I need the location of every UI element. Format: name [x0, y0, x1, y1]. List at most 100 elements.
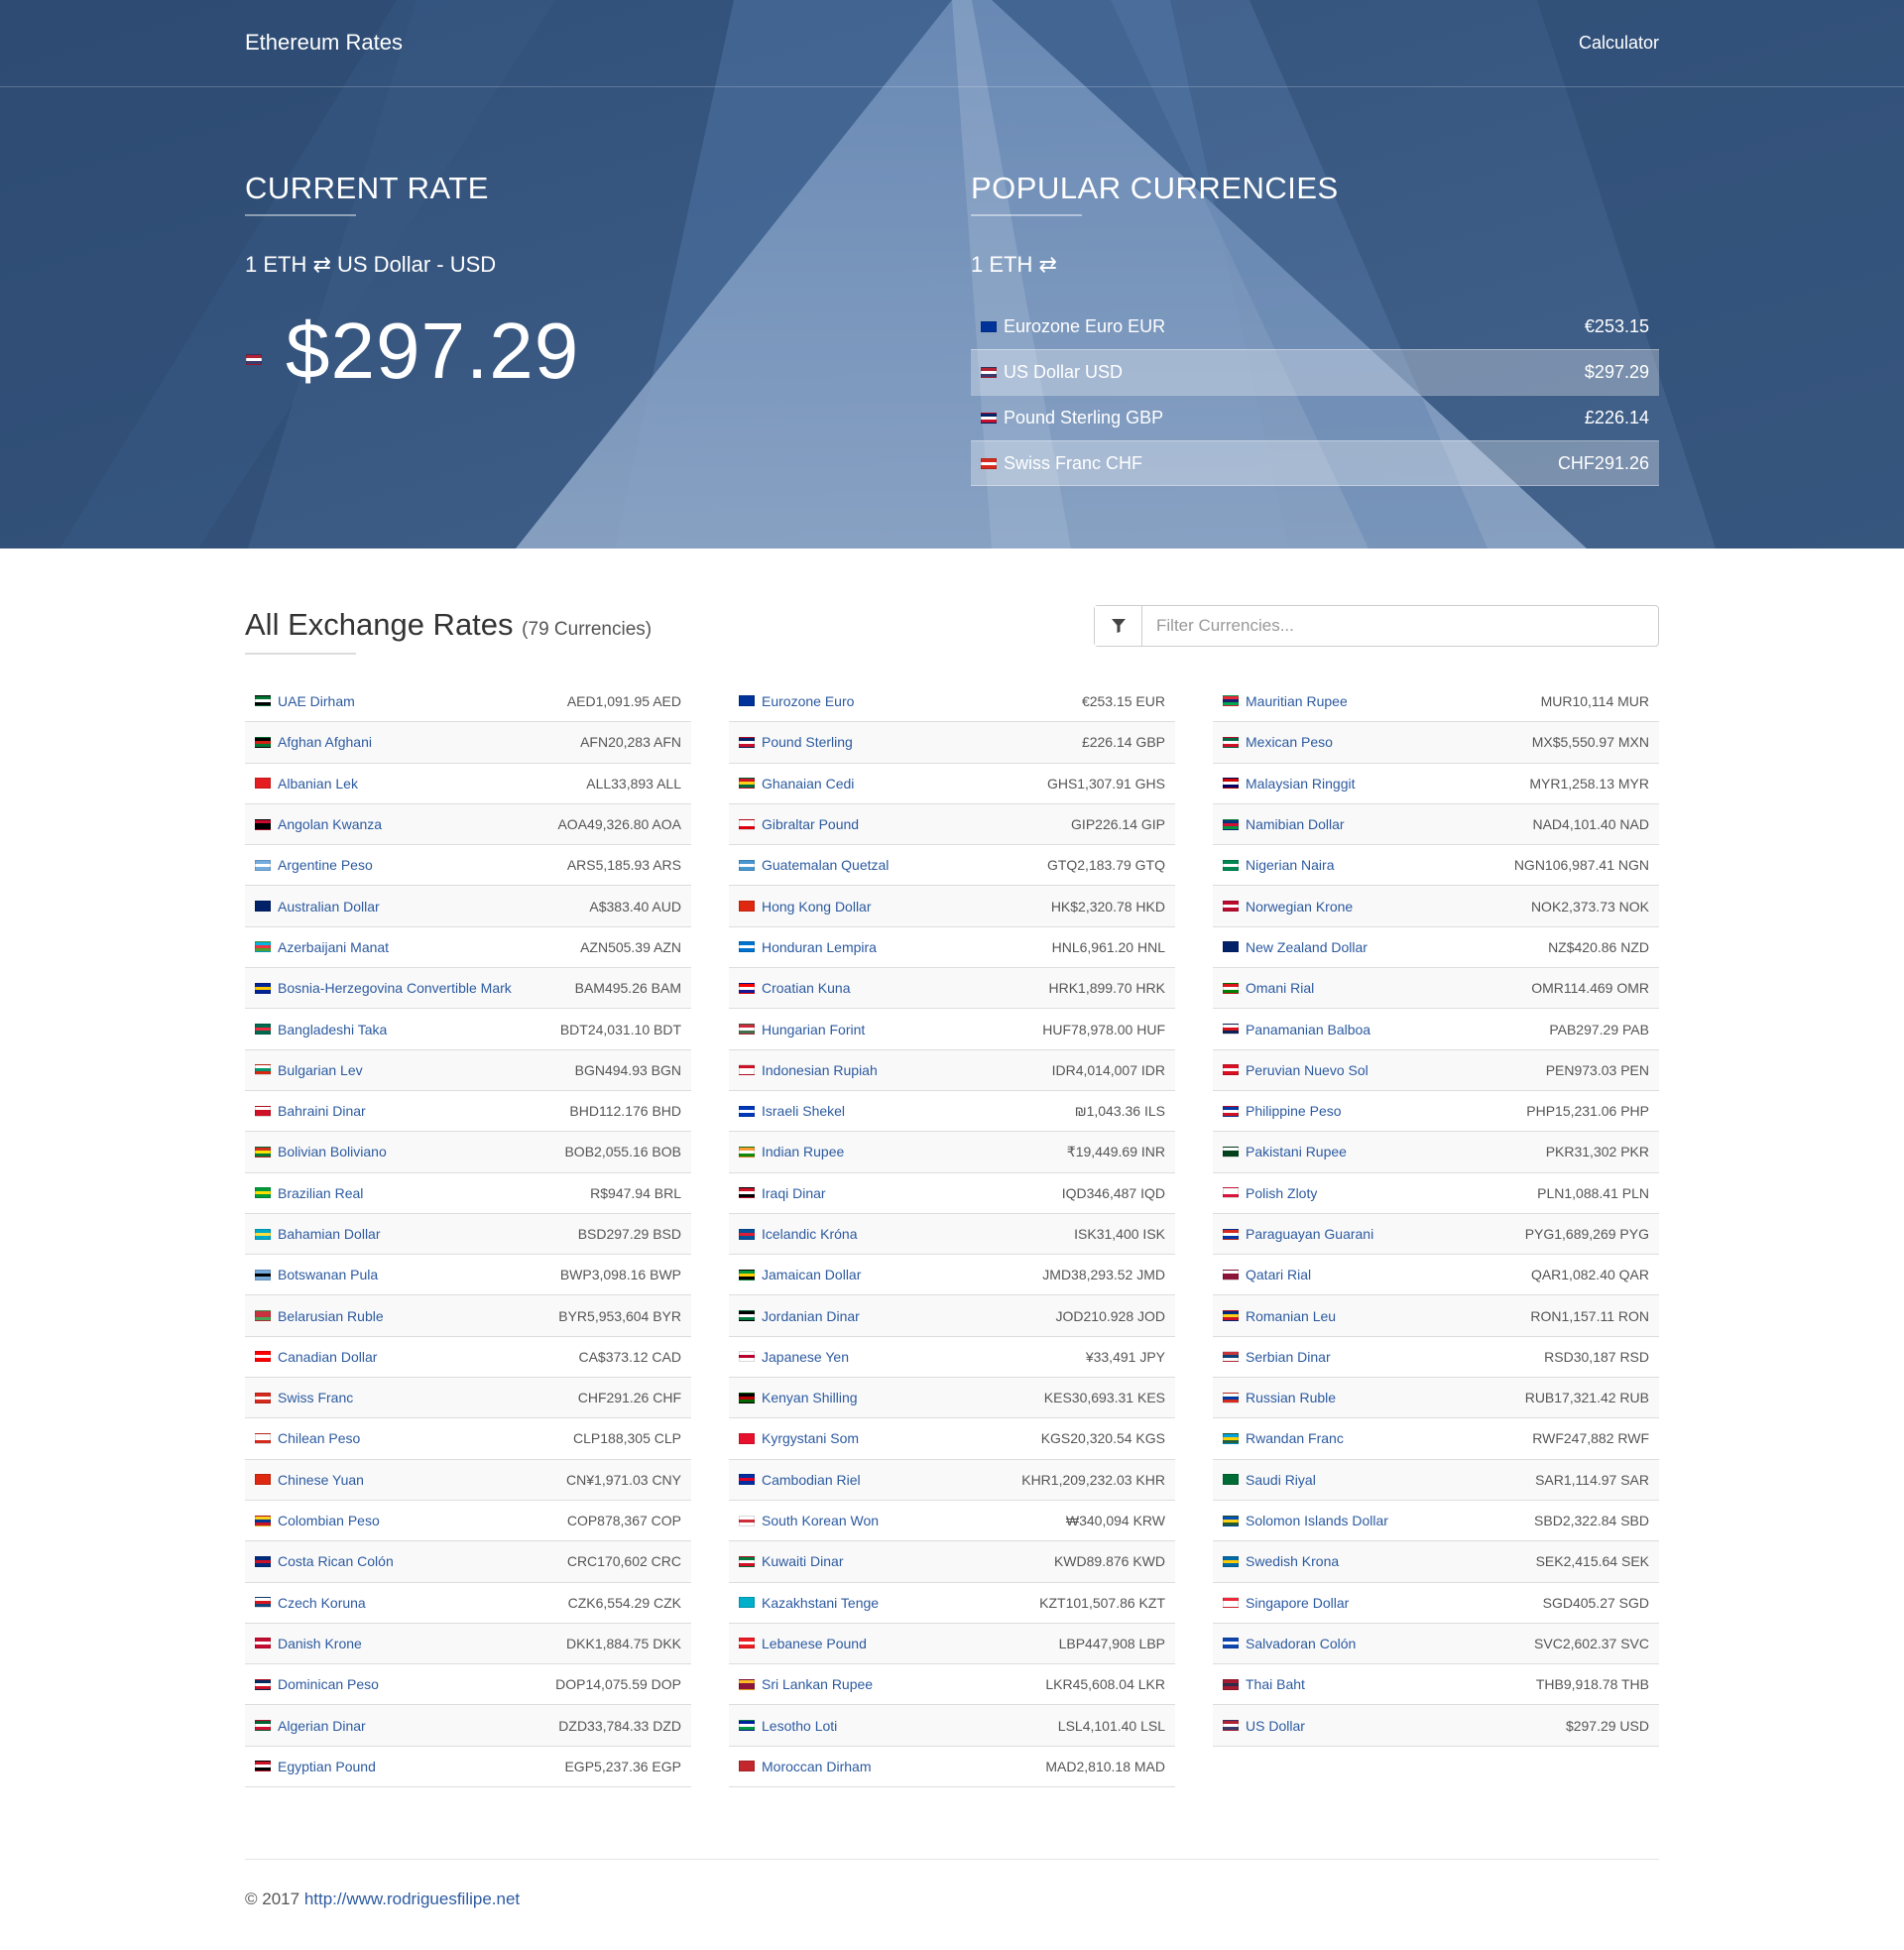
current-rate-title: CURRENT RATE	[245, 171, 489, 205]
currency-link[interactable]: Russian Ruble	[1223, 1390, 1525, 1405]
currency-link[interactable]: Paraguayan Guarani	[1223, 1226, 1525, 1242]
currency-link[interactable]: Kenyan Shilling	[739, 1390, 1044, 1405]
currency-link[interactable]: Chinese Yuan	[255, 1472, 566, 1488]
currency-link[interactable]: Iraqi Dinar	[739, 1185, 1062, 1201]
currency-link[interactable]: Jamaican Dollar	[739, 1267, 1042, 1282]
currency-link[interactable]: Algerian Dinar	[255, 1718, 558, 1734]
currency-link[interactable]: Philippine Peso	[1223, 1103, 1526, 1119]
currency-link[interactable]: Danish Krone	[255, 1636, 566, 1651]
currency-link[interactable]: Costa Rican Colón	[255, 1553, 567, 1569]
currency-link[interactable]: Honduran Lempira	[739, 939, 1052, 955]
currency-link[interactable]: Lesotho Loti	[739, 1718, 1058, 1734]
footer-link[interactable]: http://www.rodriguesfilipe.net	[304, 1889, 520, 1908]
currency-link[interactable]: South Korean Won	[739, 1513, 1066, 1528]
currency-link[interactable]: Indonesian Rupiah	[739, 1062, 1052, 1078]
hero-section: Ethereum Rates Calculator CURRENT RATE 1…	[0, 0, 1904, 548]
popular-currencies-rule	[971, 214, 1082, 216]
currency-link[interactable]: Bangladeshi Taka	[255, 1022, 560, 1037]
currency-link[interactable]: Cambodian Riel	[739, 1472, 1021, 1488]
rate-row: Indonesian Rupiah IDR4,014,007 IDR	[729, 1048, 1175, 1090]
filter-currencies-input[interactable]	[1142, 606, 1658, 646]
currency-link[interactable]: Hong Kong Dollar	[739, 899, 1051, 914]
currency-link[interactable]: Rwandan Franc	[1223, 1430, 1532, 1446]
br-flag-icon	[255, 1187, 271, 1199]
currency-rate-value: BWP3,098.16 BWP	[559, 1267, 681, 1283]
currency-link[interactable]: Omani Rial	[1223, 980, 1531, 996]
currency-link[interactable]: Sri Lankan Rupee	[739, 1676, 1045, 1692]
currency-rate-value: SBD2,322.84 SBD	[1534, 1513, 1649, 1529]
currency-link[interactable]: Croatian Kuna	[739, 980, 1048, 996]
currency-link[interactable]: Romanian Leu	[1223, 1308, 1530, 1324]
currency-link[interactable]: Namibian Dollar	[1223, 816, 1532, 832]
currency-link[interactable]: Polish Zloty	[1223, 1185, 1537, 1201]
currency-link[interactable]: Indian Rupee	[739, 1144, 1067, 1159]
currency-link[interactable]: Czech Koruna	[255, 1595, 568, 1611]
currency-link[interactable]: Gibraltar Pound	[739, 816, 1071, 832]
currency-link[interactable]: Angolan Kwanza	[255, 816, 557, 832]
currency-link[interactable]: Lebanese Pound	[739, 1636, 1059, 1651]
currency-link[interactable]: Qatari Rial	[1223, 1267, 1531, 1282]
currency-link[interactable]: Bahraini Dinar	[255, 1103, 569, 1119]
currency-link[interactable]: Kazakhstani Tenge	[739, 1595, 1039, 1611]
currency-link[interactable]: Australian Dollar	[255, 899, 589, 914]
currency-link[interactable]: Colombian Peso	[255, 1513, 567, 1528]
currency-link[interactable]: Botswanan Pula	[255, 1267, 560, 1282]
rate-row: Kuwaiti Dinar KWD89.876 KWD	[729, 1540, 1175, 1582]
currency-link[interactable]: Canadian Dollar	[255, 1349, 578, 1365]
currency-link[interactable]: Swiss Franc	[255, 1390, 578, 1405]
currency-link[interactable]: Azerbaijani Manat	[255, 939, 580, 955]
currency-link[interactable]: Hungarian Forint	[739, 1022, 1042, 1037]
currency-rate-value: KZT101,507.86 KZT	[1039, 1594, 1165, 1611]
currency-link[interactable]: Jordanian Dinar	[739, 1308, 1056, 1324]
currency-link[interactable]: Israeli Shekel	[739, 1103, 1075, 1119]
currency-link[interactable]: UAE Dirham	[255, 693, 567, 709]
currency-link[interactable]: Singapore Dollar	[1223, 1595, 1543, 1611]
currency-name: Icelandic Króna	[762, 1226, 858, 1242]
currency-link[interactable]: Pound Sterling	[739, 734, 1082, 750]
currency-link[interactable]: Norwegian Krone	[1223, 899, 1531, 914]
currency-link[interactable]: Bahamian Dollar	[255, 1226, 578, 1242]
currency-link[interactable]: Eurozone Euro	[739, 693, 1082, 709]
currency-link[interactable]: Brazilian Real	[255, 1185, 590, 1201]
currency-name: Mexican Peso	[1246, 734, 1333, 751]
filter-icon[interactable]	[1095, 606, 1142, 646]
rate-row: Gibraltar Pound GIP226.14 GIP	[729, 802, 1175, 845]
currency-link[interactable]: Egyptian Pound	[255, 1759, 564, 1774]
currency-link[interactable]: Serbian Dinar	[1223, 1349, 1544, 1365]
currency-link[interactable]: Mauritian Rupee	[1223, 693, 1541, 709]
currency-link[interactable]: Malaysian Ringgit	[1223, 776, 1529, 792]
currency-link[interactable]: Bosnia-Herzegovina Convertible Mark	[255, 980, 575, 996]
currency-link[interactable]: Albanian Lek	[255, 776, 586, 792]
currency-link[interactable]: New Zealand Dollar	[1223, 939, 1548, 955]
currency-link[interactable]: Afghan Afghani	[255, 734, 580, 750]
currency-name: Lesotho Loti	[762, 1717, 838, 1734]
currency-link[interactable]: Peruvian Nuevo Sol	[1223, 1062, 1546, 1078]
currency-link[interactable]: Swedish Krona	[1223, 1553, 1536, 1569]
currency-link[interactable]: Pakistani Rupee	[1223, 1144, 1546, 1159]
calculator-link[interactable]: Calculator	[1579, 33, 1659, 54]
currency-link[interactable]: Argentine Peso	[255, 857, 567, 873]
currency-link[interactable]: Nigerian Naira	[1223, 857, 1514, 873]
currency-link[interactable]: Icelandic Króna	[739, 1226, 1074, 1242]
currency-link[interactable]: Solomon Islands Dollar	[1223, 1513, 1534, 1528]
currency-link[interactable]: Moroccan Dirham	[739, 1759, 1045, 1774]
currency-link[interactable]: Saudi Riyal	[1223, 1472, 1535, 1488]
brand-link[interactable]: Ethereum Rates	[245, 30, 403, 56]
currency-link[interactable]: Belarusian Ruble	[255, 1308, 558, 1324]
currency-link[interactable]: Bolivian Boliviano	[255, 1144, 564, 1159]
currency-link[interactable]: Panamanian Balboa	[1223, 1022, 1549, 1037]
currency-name: Cambodian Riel	[762, 1471, 861, 1488]
currency-link[interactable]: Kyrgystani Som	[739, 1430, 1041, 1446]
rate-row: Dominican Peso DOP14,075.59 DOP	[245, 1663, 691, 1704]
currency-link[interactable]: Ghanaian Cedi	[739, 776, 1047, 792]
currency-link[interactable]: Chilean Peso	[255, 1430, 573, 1446]
currency-link[interactable]: Dominican Peso	[255, 1676, 555, 1692]
currency-link[interactable]: Kuwaiti Dinar	[739, 1553, 1054, 1569]
currency-link[interactable]: Mexican Peso	[1223, 734, 1532, 750]
currency-link[interactable]: Japanese Yen	[739, 1349, 1086, 1365]
currency-link[interactable]: Guatemalan Quetzal	[739, 857, 1047, 873]
currency-link[interactable]: Bulgarian Lev	[255, 1062, 575, 1078]
currency-link[interactable]: Salvadoran Colón	[1223, 1636, 1534, 1651]
currency-link[interactable]: US Dollar	[1223, 1718, 1566, 1734]
currency-link[interactable]: Thai Baht	[1223, 1676, 1536, 1692]
